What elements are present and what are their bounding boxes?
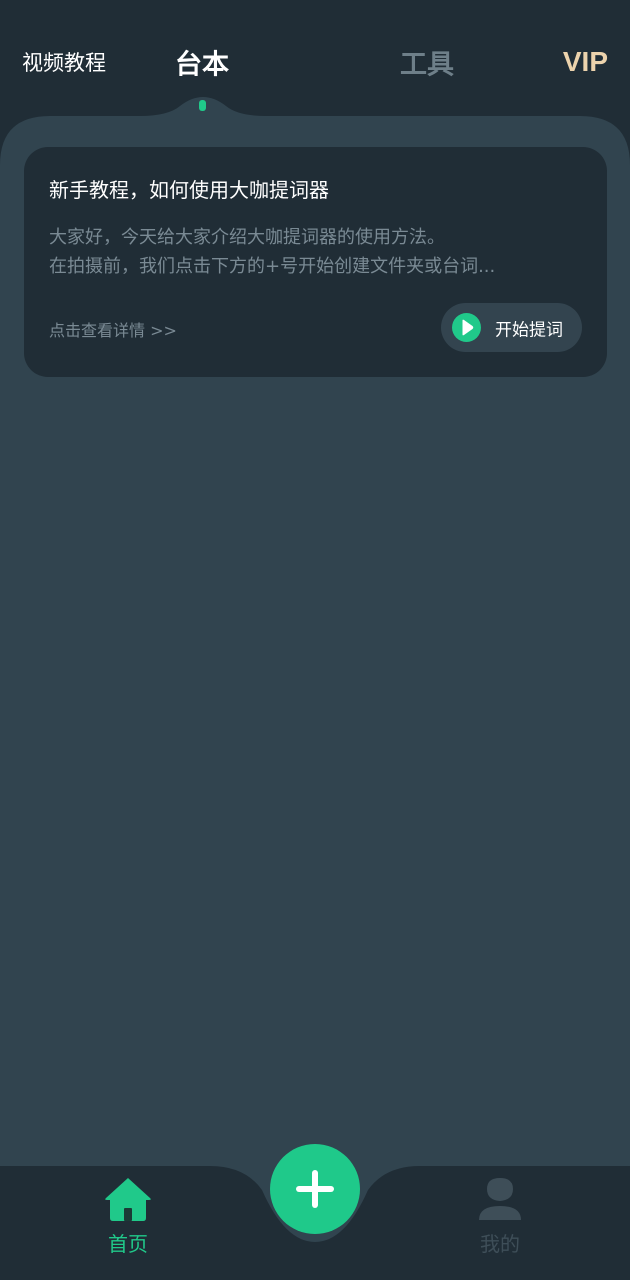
- start-prompting-label: 开始提词: [495, 320, 563, 340]
- card-title: 新手教程，如何使用大咖提词器: [49, 178, 329, 202]
- user-icon: [479, 1178, 521, 1220]
- tab-video-tutorial[interactable]: 视频教程: [22, 47, 106, 77]
- home-icon: [105, 1178, 151, 1221]
- top-tab-bar: 视频教程 台本 工具 VIP: [0, 0, 630, 110]
- nav-mine[interactable]: 我的: [470, 1176, 530, 1257]
- nav-home[interactable]: 首页: [98, 1176, 158, 1257]
- tab-script[interactable]: 台本: [175, 43, 229, 82]
- view-details-link[interactable]: 点击查看详情 >>: [49, 317, 177, 341]
- start-prompting-button[interactable]: 开始提词: [441, 303, 582, 352]
- play-icon: [452, 313, 481, 342]
- card-description: 大家好，今天给大家介绍大咖提词器的使用方法。 在拍摄前，我们点击下方的+号开始创…: [49, 227, 496, 277]
- tutorial-card[interactable]: 新手教程，如何使用大咖提词器 大家好，今天给大家介绍大咖提词器的使用方法。 在拍…: [24, 147, 607, 377]
- plus-icon: [296, 1170, 334, 1208]
- tab-tools[interactable]: 工具: [400, 43, 454, 82]
- bottom-nav: 首页 我的: [0, 1140, 630, 1280]
- nav-mine-label: 我的: [480, 1232, 520, 1256]
- tab-vip[interactable]: VIP: [563, 46, 608, 78]
- active-tab-indicator: [199, 100, 206, 111]
- add-button[interactable]: [270, 1144, 360, 1234]
- nav-home-label: 首页: [108, 1232, 148, 1256]
